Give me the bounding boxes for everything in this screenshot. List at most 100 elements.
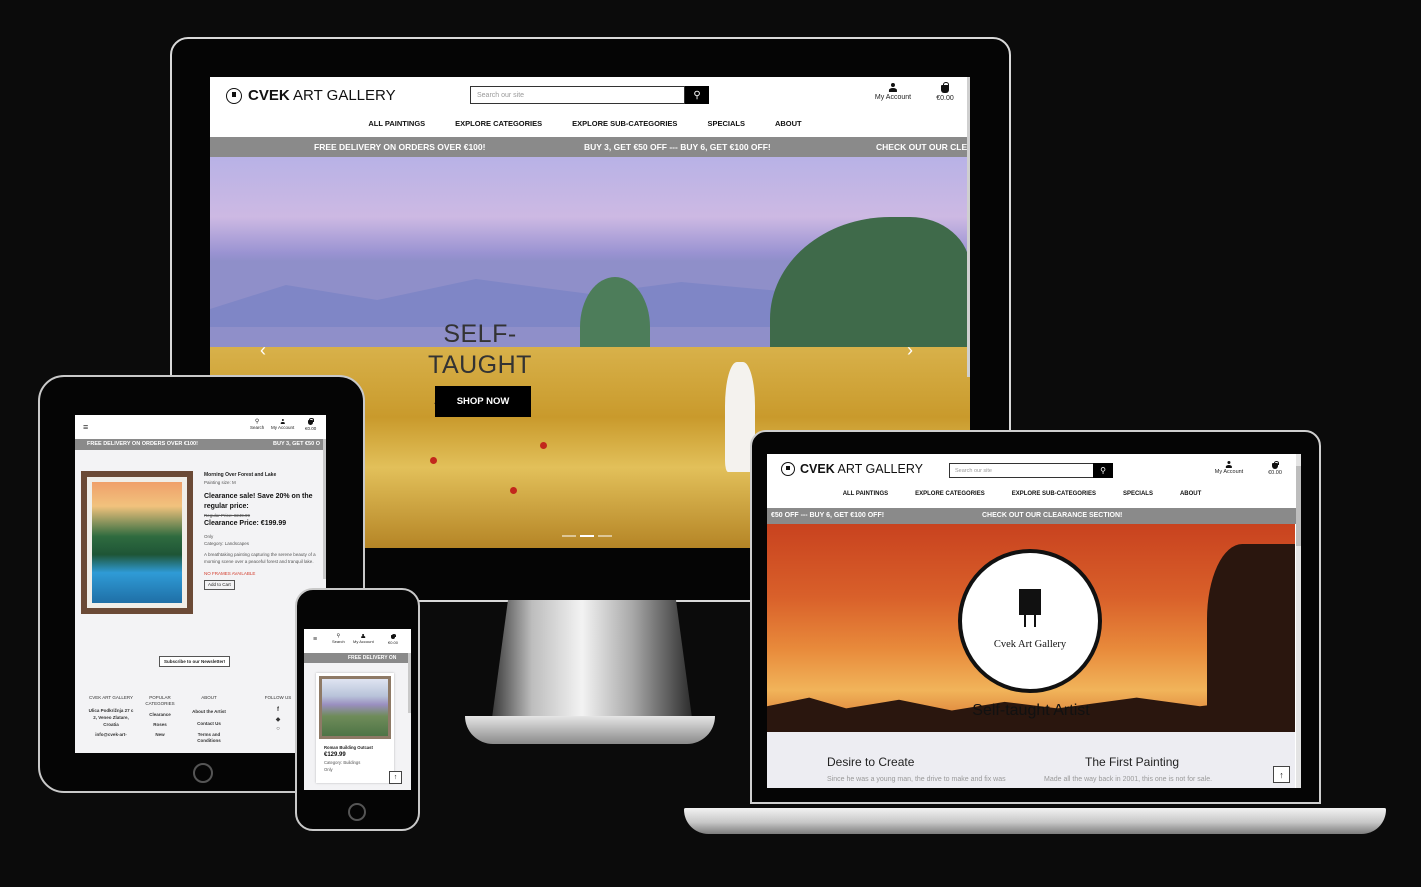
nav-specials[interactable]: SPECIALS bbox=[1123, 491, 1153, 497]
search-input[interactable]: Search our site bbox=[470, 86, 685, 104]
card-text-first-painting: Made all the way back in 2001, this one … bbox=[1044, 776, 1213, 783]
laptop-site-logo[interactable]: CVEK ART GALLERY bbox=[781, 462, 923, 476]
product-image-frame[interactable] bbox=[81, 471, 193, 614]
monitor-stand bbox=[492, 600, 692, 718]
promo-text-1: FREE DELIVERY ON ORDERS OVER €100! bbox=[314, 142, 486, 152]
product-image bbox=[92, 482, 182, 603]
phone-screen: ≡ ⚲ Search My Account €0.00 FREE DELIVER… bbox=[304, 629, 411, 790]
nav-explore-categories[interactable]: EXPLORE CATEGORIES bbox=[455, 119, 542, 128]
hamburger-menu-icon[interactable]: ≡ bbox=[313, 636, 317, 643]
search-icon: ⚲ bbox=[1100, 466, 1106, 475]
stock-status: Only bbox=[324, 766, 333, 772]
laptop-scrollbar-track bbox=[1296, 454, 1301, 788]
hamburger-menu-icon[interactable]: ≡ bbox=[83, 422, 88, 432]
bag-link[interactable]: €0.00 bbox=[930, 82, 960, 102]
shopping-bag-icon bbox=[1272, 460, 1279, 469]
product-size: Painting size: M bbox=[204, 479, 236, 485]
carousel-indicators bbox=[562, 535, 612, 537]
easel-icon bbox=[1019, 589, 1041, 615]
newsletter-button[interactable]: Subscribe to our Newsletter! bbox=[159, 656, 231, 667]
search-button[interactable]: ⚲ bbox=[685, 86, 709, 104]
carousel-dot[interactable] bbox=[562, 535, 576, 537]
nav-explore-categories[interactable]: EXPLORE CATEGORIES bbox=[915, 491, 985, 497]
shop-now-button[interactable]: SHOP NOW bbox=[435, 386, 531, 417]
gallery-logo-circle: Cvek Art Gallery bbox=[958, 549, 1102, 693]
nav-all-paintings[interactable]: ALL PAINTINGS bbox=[843, 491, 888, 497]
monitor-stand-base bbox=[465, 716, 715, 744]
tablet-scrollbar[interactable] bbox=[323, 439, 326, 579]
product-category: Category: Landscapes bbox=[204, 540, 250, 546]
nav-explore-subcategories[interactable]: EXPLORE SUB-CATEGORIES bbox=[1012, 491, 1096, 497]
laptop-main-nav: ALL PAINTINGS EXPLORE CATEGORIES EXPLORE… bbox=[837, 491, 1207, 497]
laptop-screen: CVEK ART GALLERY Search our site ⚲ My Ac… bbox=[767, 454, 1301, 788]
promo-text-1: €50 OFF --- BUY 6, GET €100 OFF! bbox=[771, 512, 885, 519]
nav-explore-subcategories[interactable]: EXPLORE SUB-CATEGORIES bbox=[572, 119, 677, 128]
laptop-promo-banner: €50 OFF --- BUY 6, GET €100 OFF! CHECK O… bbox=[767, 508, 1301, 524]
product-price: €129.99 bbox=[324, 752, 346, 759]
product-card-details: Roman Building Outcast €129.99 Category:… bbox=[324, 745, 390, 773]
footer-link-contact[interactable]: Contact Us bbox=[187, 721, 231, 727]
product-card[interactable]: Roman Building Outcast €129.99 Category:… bbox=[316, 673, 394, 783]
facebook-icon[interactable]: f bbox=[261, 707, 295, 713]
footer-link-roses[interactable]: Roses bbox=[143, 722, 177, 728]
back-to-top-button[interactable]: ↑ bbox=[1273, 766, 1290, 783]
regular-price: Regular Price: €249.99 bbox=[204, 512, 251, 518]
site-logo[interactable]: CVEK ART GALLERY bbox=[226, 87, 396, 104]
nav-all-paintings[interactable]: ALL PAINTINGS bbox=[368, 119, 425, 128]
nav-specials[interactable]: SPECIALS bbox=[707, 119, 745, 128]
laptop-search-button[interactable]: ⚲ bbox=[1093, 463, 1113, 478]
instagram-icon[interactable]: ○ bbox=[261, 726, 295, 732]
footer-link-clearance[interactable]: Clearance bbox=[143, 712, 177, 718]
hero-caption: Self-taught Artist bbox=[972, 702, 1090, 719]
carousel-prev-icon[interactable]: ‹ bbox=[260, 340, 266, 361]
laptop-scrollbar-thumb[interactable] bbox=[1296, 466, 1301, 546]
phone-bag-link[interactable]: €0.00 bbox=[388, 633, 398, 645]
search-icon: ⚲ bbox=[693, 89, 701, 101]
footer-link-new[interactable]: New bbox=[143, 732, 177, 738]
laptop-account-link[interactable]: My Account bbox=[1211, 461, 1247, 475]
carousel-dot[interactable] bbox=[598, 535, 612, 537]
user-icon bbox=[280, 419, 285, 424]
nav-about[interactable]: ABOUT bbox=[775, 119, 802, 128]
phone-header: ≡ ⚲ Search My Account €0.00 bbox=[304, 629, 411, 653]
nav-about[interactable]: ABOUT bbox=[1180, 491, 1201, 497]
arrow-up-icon: ↑ bbox=[1279, 769, 1284, 780]
footer-link-terms[interactable]: Terms and Conditions bbox=[187, 732, 231, 745]
add-to-cart-button[interactable]: Add to Cart bbox=[204, 579, 235, 591]
back-to-top-button[interactable]: ↑ bbox=[389, 771, 402, 784]
desktop-scrollbar[interactable] bbox=[967, 77, 970, 377]
twitter-icon[interactable]: ◆ bbox=[261, 716, 295, 723]
card-text-desire: Since he was a young man, the drive to m… bbox=[827, 776, 1006, 783]
footer-col-follow: FOLLOW US f ◆ ○ bbox=[261, 695, 295, 732]
card-title-desire: Desire to Create bbox=[827, 755, 915, 769]
laptop-search-input[interactable]: Search our site bbox=[949, 463, 1094, 478]
phone-promo-banner: FREE DELIVERY ON bbox=[304, 653, 411, 663]
about-section: Desire to Create Since he was a young ma… bbox=[767, 732, 1295, 788]
card-title-first-painting: The First Painting bbox=[1085, 755, 1180, 769]
product-description: A breathtaking painting capturing the se… bbox=[204, 552, 316, 565]
stock-status: Only bbox=[204, 533, 214, 539]
phone-search-link[interactable]: ⚲ Search bbox=[332, 633, 345, 644]
tablet-home-button bbox=[193, 763, 213, 783]
phone-scrollbar[interactable] bbox=[408, 653, 411, 713]
product-details: Morning Over Forest and Lake Painting si… bbox=[204, 472, 321, 591]
frames-note: NO FRAMES AVAILABLE bbox=[204, 570, 256, 576]
shopping-bag-icon bbox=[941, 82, 949, 93]
footer-address: Ulica Podkrižnja 27 c 2, Veneo Zlatarе, … bbox=[88, 708, 134, 727]
promo-text-2: CHECK OUT OUR CLEARANCE SECTION! bbox=[982, 512, 1123, 519]
clearance-price: Clearance Price: €199.99 bbox=[204, 520, 287, 528]
footer-email[interactable]: info@cvek-art- bbox=[87, 732, 135, 737]
gallery-logo-text: Cvek Art Gallery bbox=[993, 639, 1067, 650]
tablet-search-link[interactable]: ⚲ Search bbox=[250, 418, 264, 430]
tablet-account-link[interactable]: My Account bbox=[271, 418, 294, 430]
shopping-bag-icon bbox=[308, 418, 314, 425]
carousel-dot-active[interactable] bbox=[580, 535, 594, 537]
laptop-bag-link[interactable]: €0.00 bbox=[1263, 460, 1287, 476]
user-icon bbox=[1226, 461, 1233, 468]
phone-account-link[interactable]: My Account bbox=[353, 633, 374, 644]
tablet-bag-link[interactable]: €0.00 bbox=[305, 418, 316, 431]
carousel-next-icon[interactable]: › bbox=[907, 340, 913, 361]
footer-link-about-artist[interactable]: About the Artist bbox=[187, 709, 231, 715]
footer-col-categories: POPULAR CATEGORIES Clearance Roses New bbox=[143, 695, 177, 738]
account-link[interactable]: My Account bbox=[870, 83, 916, 101]
